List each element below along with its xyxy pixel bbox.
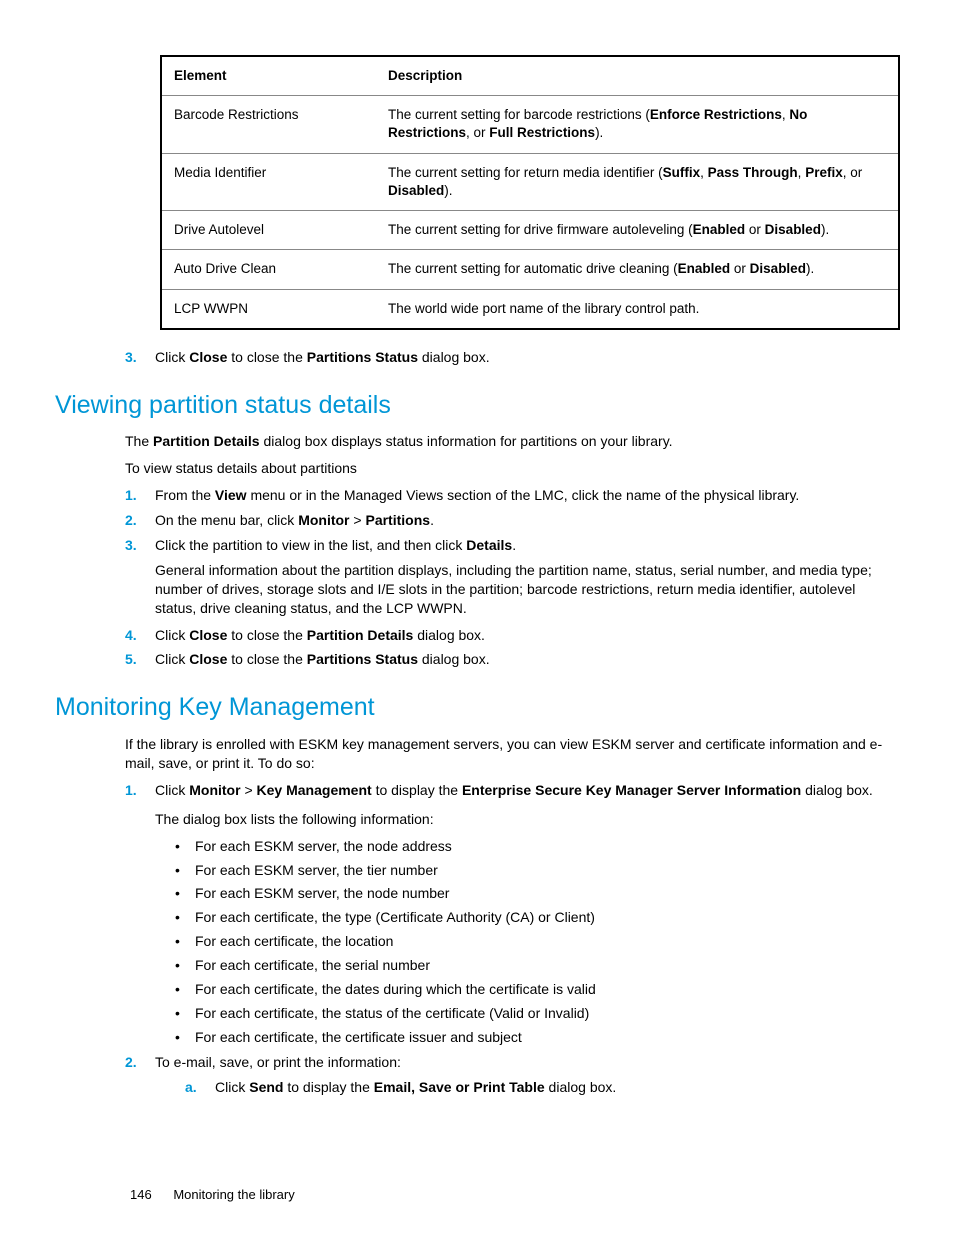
bullet-item: For each ESKM server, the node number — [175, 884, 889, 903]
step-marker: 2. — [125, 1053, 137, 1072]
paragraph: To view status details about partitions — [125, 459, 889, 478]
th-element: Element — [161, 56, 376, 96]
cell-element: Media Identifier — [161, 153, 376, 210]
table-row: Media Identifier The current setting for… — [161, 153, 899, 210]
table-row: Auto Drive Clean The current setting for… — [161, 250, 899, 289]
bullet-item: For each certificate, the certificate is… — [175, 1028, 889, 1047]
elements-table: Element Description Barcode Restrictions… — [160, 55, 900, 330]
substep-marker: a. — [185, 1078, 197, 1097]
cell-element: LCP WWPN — [161, 289, 376, 329]
bullet-item: For each certificate, the status of the … — [175, 1004, 889, 1023]
cell-element: Barcode Restrictions — [161, 96, 376, 153]
bullet-item: For each ESKM server, the node address — [175, 837, 889, 856]
paragraph: If the library is enrolled with ESKM key… — [125, 735, 889, 773]
cell-element: Auto Drive Clean — [161, 250, 376, 289]
step-marker: 4. — [125, 626, 137, 645]
bullet-item: For each ESKM server, the tier number — [175, 861, 889, 880]
paragraph: General information about the partition … — [155, 561, 889, 618]
section-heading-monitoring: Monitoring Key Management — [55, 691, 899, 725]
page-footer: 146 Monitoring the library — [130, 1186, 899, 1204]
cell-description: The current setting for automatic drive … — [376, 250, 899, 289]
step-marker: 2. — [125, 511, 137, 530]
list-item: 1. From the View menu or in the Managed … — [125, 486, 889, 505]
bullet-item: For each certificate, the serial number — [175, 956, 889, 975]
step-marker: 3. — [125, 348, 137, 367]
sublist-item: a. Click Send to display the Email, Save… — [185, 1078, 889, 1097]
list-item: 5. Click Close to close the Partitions S… — [125, 650, 889, 669]
page-number: 146 — [130, 1187, 152, 1202]
list-item: 3. Click Close to close the Partitions S… — [125, 348, 889, 367]
cell-description: The current setting for barcode restrict… — [376, 96, 899, 153]
bullet-list: For each ESKM server, the node address F… — [175, 837, 889, 1047]
bullet-item: For each certificate, the type (Certific… — [175, 908, 889, 927]
step-marker: 5. — [125, 650, 137, 669]
paragraph: The Partition Details dialog box display… — [125, 432, 889, 451]
step-marker: 1. — [125, 781, 137, 800]
cell-element: Drive Autolevel — [161, 211, 376, 250]
cell-description: The current setting for return media ide… — [376, 153, 899, 210]
cell-description: The current setting for drive firmware a… — [376, 211, 899, 250]
list-item: 3. Click the partition to view in the li… — [125, 536, 889, 618]
table-row: LCP WWPN The world wide port name of the… — [161, 289, 899, 329]
bullet-item: For each certificate, the dates during w… — [175, 980, 889, 999]
list-item: 4. Click Close to close the Partition De… — [125, 626, 889, 645]
paragraph: The dialog box lists the following infor… — [155, 810, 889, 829]
section-heading-viewing: Viewing partition status details — [55, 389, 899, 423]
list-item: 2. On the menu bar, click Monitor > Part… — [125, 511, 889, 530]
table-row: Drive Autolevel The current setting for … — [161, 211, 899, 250]
footer-title: Monitoring the library — [173, 1187, 294, 1202]
step-marker: 3. — [125, 536, 137, 555]
list-item: 1. Click Monitor > Key Management to dis… — [125, 781, 889, 1047]
list-item: 2. To e-mail, save, or print the informa… — [125, 1053, 889, 1097]
step-marker: 1. — [125, 486, 137, 505]
th-description: Description — [376, 56, 899, 96]
bullet-item: For each certificate, the location — [175, 932, 889, 951]
cell-description: The world wide port name of the library … — [376, 289, 899, 329]
table-row: Barcode Restrictions The current setting… — [161, 96, 899, 153]
